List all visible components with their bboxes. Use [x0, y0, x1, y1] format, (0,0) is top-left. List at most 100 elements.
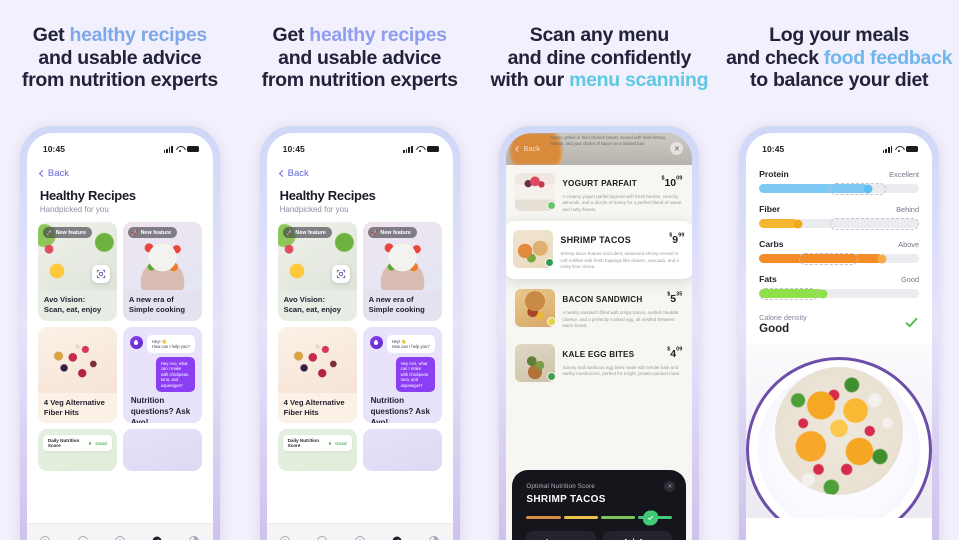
recipe-caption: A new era of Simple cooking	[123, 290, 202, 321]
phone-screen-3: tender, grilled or fried chicken breast,…	[506, 133, 693, 540]
headline-4-line2-b: food feedback	[823, 46, 953, 69]
tab-progress[interactable]: Progress	[417, 535, 451, 540]
headline-4-line3: to balance your diet	[750, 69, 929, 91]
recipe-card-avo-vision[interactable]: 🚀 New feature Avo Vision: Scan, eat, enj…	[277, 222, 357, 321]
menu-item-name: SHRIMP TACOS	[560, 235, 631, 246]
phone-screen-4: 10:45 Protein Excellent Fiber Behind Car…	[746, 133, 933, 540]
bot-message-line-2: How can I help you?	[391, 344, 430, 350]
tab-home[interactable]: Home	[268, 535, 302, 540]
recipe-image: 🚀 New feature	[277, 222, 357, 290]
camera-scan-icon[interactable]	[91, 265, 110, 283]
recipe-caption: 4 Veg Alternative Fiber Hits	[278, 393, 357, 423]
metric-slider[interactable]	[759, 217, 920, 230]
metric-row-fiber: Fiber Behind	[759, 204, 920, 239]
back-label: Back	[523, 144, 541, 153]
daily-score-card[interactable]: Daily Nutrition Score Good	[277, 429, 357, 471]
headline-3: Scan any menu and dine confidently with …	[480, 24, 720, 92]
headline-4: Log your meals and check food feedback t…	[719, 24, 959, 92]
recipe-card-fiber-hits[interactable]: 4 Veg Alternative Fiber Hits	[277, 327, 357, 423]
price-cents: 09	[676, 346, 683, 353]
calorie-density-label: Calorie density	[759, 313, 807, 322]
headline-1-line3: from nutrition experts	[21, 69, 218, 91]
daily-score-card[interactable]: Daily Nutrition Score Good	[37, 429, 117, 471]
status-bar: 10:45	[27, 133, 213, 159]
back-button[interactable]: Back	[515, 144, 541, 153]
partial-card-row: Daily Nutrition Score Good	[27, 423, 213, 471]
metric-knob[interactable]	[877, 254, 887, 263]
log-now-button[interactable]: Log now	[526, 531, 596, 540]
menu-item-shrimp-tacos[interactable]: SHRIMP TACOS $999 Shrimp tacos feature s…	[506, 221, 693, 280]
status-bar-time: 10:45	[282, 144, 305, 154]
partial-card-right[interactable]	[362, 429, 442, 471]
back-button[interactable]: Back	[27, 159, 213, 179]
bot-message-bubble: Hey! 👋 How can I help you?	[386, 335, 435, 354]
recipe-image: 🚀 New feature	[37, 222, 117, 290]
metric-slider[interactable]	[759, 287, 920, 300]
tab-track[interactable]: Track	[343, 535, 377, 540]
recipe-card-ask-avo[interactable]: Hey! 👋 How can I help you? Hey Avo, what…	[362, 327, 442, 423]
rocket-icon: 🚀	[131, 229, 139, 236]
status-bar: 10:45	[267, 133, 453, 159]
ask-avo-button[interactable]: Ask Avo	[602, 531, 673, 540]
chevron-left-icon	[38, 169, 46, 178]
menu-item-description: Shrimp tacos feature succulent, seasoned…	[560, 251, 679, 270]
caption-line-1: 4 Veg Alternative	[43, 398, 105, 407]
daily-score-value: Good	[95, 440, 107, 446]
menu-item-bacon-sandwich[interactable]: BACON SANDWICH $535 A hearty sandwich fi…	[506, 281, 692, 335]
back-label: Back	[47, 168, 69, 179]
nutrition-metrics-list: Protein Excellent Fiber Behind Carbs Abo…	[746, 159, 932, 309]
status-dot-icon	[328, 441, 332, 445]
tab-progress[interactable]: Progress	[177, 535, 211, 540]
tab-coach[interactable]: Coach	[305, 535, 339, 540]
nutrition-dot-icon	[547, 371, 557, 381]
metric-fill	[759, 219, 798, 228]
phone-mockup-2: 10:45 Back Healthy Recipes Handpicked fo…	[259, 126, 460, 540]
close-x-icon[interactable]: ✕	[670, 142, 684, 155]
metric-status: Behind	[896, 205, 920, 214]
cellular-signal-icon	[403, 145, 413, 153]
metric-row-carbs: Carbs Above	[759, 239, 920, 274]
tab-explore[interactable]: Explore	[140, 535, 174, 540]
headline-2-line1-a: Get	[272, 24, 310, 46]
badge-label: New feature	[140, 229, 172, 236]
status-bar-time: 10:45	[42, 144, 66, 154]
panel-4: Log your meals and check food feedback t…	[719, 0, 959, 540]
tab-bar: Home Coach Track Explore	[266, 523, 453, 540]
recipe-card-new-era[interactable]: 🚀 New feature A new era of Simple cookin…	[362, 222, 442, 321]
page-subtitle: Handpicked for you	[39, 205, 109, 214]
rocket-icon: 🚀	[371, 229, 378, 236]
avo-avatar-icon	[369, 336, 383, 349]
recipe-card-new-era[interactable]: 🚀 New feature A new era of Simple cookin…	[122, 222, 202, 321]
caption-line-3: Avo!	[130, 418, 149, 423]
badge-label: New feature	[380, 229, 411, 236]
partial-card-right[interactable]	[122, 429, 202, 471]
price-cents: 99	[678, 232, 685, 239]
menu-item-price: $535	[667, 289, 682, 307]
recipe-card-avo-vision[interactable]: 🚀 New feature Avo Vision: Scan, eat, enj…	[37, 222, 117, 321]
metric-knob[interactable]	[818, 289, 828, 298]
tab-track[interactable]: Track	[103, 535, 137, 540]
tab-explore[interactable]: Explore	[380, 535, 414, 540]
tab-home[interactable]: Home	[28, 535, 62, 540]
metric-slider[interactable]	[759, 182, 920, 195]
metric-slider[interactable]	[759, 252, 920, 265]
headline-1-line1-b: healthy recipes	[69, 24, 207, 46]
recipe-card-ask-avo[interactable]: Hey! 👋 How can I help you? Hey Avo, what…	[122, 327, 202, 423]
caption-line-2: Fiber Hits	[43, 408, 79, 417]
back-button[interactable]: Back	[267, 159, 453, 179]
close-x-icon[interactable]: ✕	[664, 481, 676, 493]
camera-scan-icon[interactable]	[331, 265, 350, 283]
menu-item-kale-egg-bites[interactable]: KALE EGG BITES $409 Savory and nutritiou…	[506, 336, 692, 388]
metric-knob[interactable]	[793, 219, 803, 228]
metric-knob[interactable]	[863, 184, 873, 193]
menu-item-yogurt-parfait[interactable]: YOGURT PARFAIT $1009 A creamy yogurt par…	[506, 165, 692, 219]
partial-card-row: Daily Nutrition Score Good	[267, 423, 453, 471]
tab-coach[interactable]: Coach	[66, 535, 100, 540]
panel-2: Get healthy recipes and usable advice fr…	[240, 0, 480, 540]
menu-item-price: $999	[669, 230, 684, 248]
bot-message-line-2: How can I help you?	[151, 344, 190, 350]
menu-item-thumbnail	[513, 230, 555, 269]
user-message-bubble: Hey Avo, what can I make with chickpeas,…	[155, 357, 195, 393]
score-segment-3	[600, 516, 636, 519]
recipe-card-fiber-hits[interactable]: 4 Veg Alternative Fiber Hits	[37, 327, 117, 423]
